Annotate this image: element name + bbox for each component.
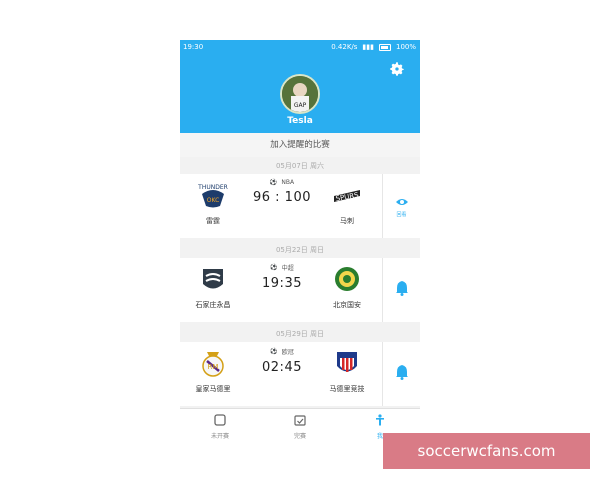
league-name: NBA bbox=[281, 179, 295, 186]
home-team-name: 石家庄永昌 bbox=[195, 301, 231, 309]
phone-screen: 19:30 0.42K/s ▮▮▮ 100% GAP Tesla 加入提醒的比赛… bbox=[180, 40, 420, 440]
league-icon: ⚽ bbox=[270, 264, 278, 271]
away-team-name: 马德里竞技 bbox=[329, 385, 365, 393]
reminder-button[interactable] bbox=[382, 342, 420, 406]
match-score: 96 : 100 bbox=[253, 190, 311, 205]
network-speed: 0.42K/s bbox=[331, 43, 358, 51]
reminders-section-title: 加入提醒的比赛 bbox=[180, 133, 420, 157]
atletico-logo-icon bbox=[337, 352, 357, 372]
username: Tesla bbox=[287, 116, 313, 126]
away-team: 马德里竞技 bbox=[317, 342, 377, 394]
real-madrid-logo-icon: RM bbox=[202, 352, 224, 377]
status-right: 0.42K/s ▮▮▮ 100% bbox=[331, 43, 416, 51]
match-time: 19:35 bbox=[262, 276, 302, 291]
svg-text:SPURS: SPURS bbox=[335, 191, 360, 203]
home-team: RM 皇家马德里 bbox=[183, 342, 243, 394]
match-card[interactable]: 石家庄永昌 ⚽ 中超 19:35 北京国安 bbox=[180, 258, 420, 322]
match-date: 05月22日 周日 bbox=[180, 242, 420, 258]
match-date: 05月07日 周六 bbox=[180, 158, 420, 174]
away-team: SPURS 马刺 bbox=[317, 174, 377, 226]
tab-label: 未开赛 bbox=[210, 433, 229, 440]
home-team-name: 皇家马德里 bbox=[195, 385, 231, 393]
match-center: ⚽ 中超 19:35 bbox=[242, 258, 322, 291]
league-label: ⚽ 中超 bbox=[242, 263, 322, 272]
home-team: 石家庄永昌 bbox=[183, 258, 243, 310]
league-label: ⚽ NBA bbox=[242, 179, 322, 186]
tab-finished[interactable]: 完赛 bbox=[260, 411, 340, 440]
spurs-logo-icon: SPURS bbox=[334, 190, 360, 203]
match-date: 05月29日 周日 bbox=[180, 326, 420, 342]
gear-icon[interactable] bbox=[388, 60, 406, 78]
person-icon bbox=[376, 414, 384, 426]
calendar-check-icon bbox=[294, 415, 306, 426]
bell-icon bbox=[395, 281, 408, 296]
bell-icon bbox=[395, 365, 408, 380]
replay-label: 回看 bbox=[396, 212, 407, 218]
profile-header: 19:30 0.42K/s ▮▮▮ 100% GAP Tesla bbox=[180, 40, 420, 133]
match-center: ⚽ NBA 96 : 100 bbox=[242, 174, 322, 205]
away-team-name: 马刺 bbox=[340, 217, 354, 225]
tab-label: 完赛 bbox=[293, 433, 306, 440]
league-name: 中超 bbox=[281, 265, 294, 272]
match-card[interactable]: THUNDER OKC 雷霆 ⚽ NBA 96 : 100 SPURS 马刺 回… bbox=[180, 174, 420, 238]
match-time: 02:45 bbox=[262, 360, 302, 375]
thunder-logo-icon: THUNDER OKC bbox=[197, 184, 228, 208]
league-icon: ⚽ bbox=[270, 348, 278, 355]
eye-icon bbox=[395, 199, 408, 205]
watermark-banner: soccerwcfans.com bbox=[383, 433, 590, 469]
replay-button[interactable]: 回看 bbox=[382, 174, 420, 238]
guoan-logo-icon bbox=[335, 267, 359, 291]
tab-upcoming[interactable]: 未开赛 bbox=[180, 411, 260, 440]
svg-text:OKC: OKC bbox=[207, 197, 220, 204]
home-team-name: 雷霆 bbox=[206, 217, 220, 225]
signal-icon: ▮▮▮ bbox=[362, 43, 374, 51]
shijiazhuang-logo-icon bbox=[203, 269, 223, 289]
avatar[interactable]: GAP bbox=[280, 74, 320, 114]
away-team-name: 北京国安 bbox=[333, 301, 361, 309]
svg-text:THUNDER: THUNDER bbox=[198, 184, 228, 191]
status-bar: 19:30 0.42K/s ▮▮▮ 100% bbox=[180, 40, 420, 54]
reminder-button[interactable] bbox=[382, 258, 420, 322]
home-team: THUNDER OKC 雷霆 bbox=[183, 174, 243, 226]
match-center: ⚽ 欧冠 02:45 bbox=[242, 342, 322, 375]
battery-icon bbox=[378, 43, 391, 51]
league-icon: ⚽ bbox=[269, 179, 278, 186]
battery-percent: 100% bbox=[395, 43, 416, 51]
watermark-text: soccerwcfans.com bbox=[417, 442, 556, 460]
league-label: ⚽ 欧冠 bbox=[242, 347, 322, 356]
match-card[interactable]: RM 皇家马德里 ⚽ 欧冠 02:45 马德里竞技 bbox=[180, 342, 420, 406]
status-time: 19:30 bbox=[183, 43, 204, 51]
tablet-icon bbox=[214, 414, 226, 426]
avatar-shirt-text: GAP bbox=[294, 102, 307, 109]
away-team: 北京国安 bbox=[317, 258, 377, 310]
avatar-image: GAP bbox=[282, 76, 318, 112]
league-name: 欧冠 bbox=[281, 349, 294, 356]
svg-text:RM: RM bbox=[208, 363, 219, 371]
